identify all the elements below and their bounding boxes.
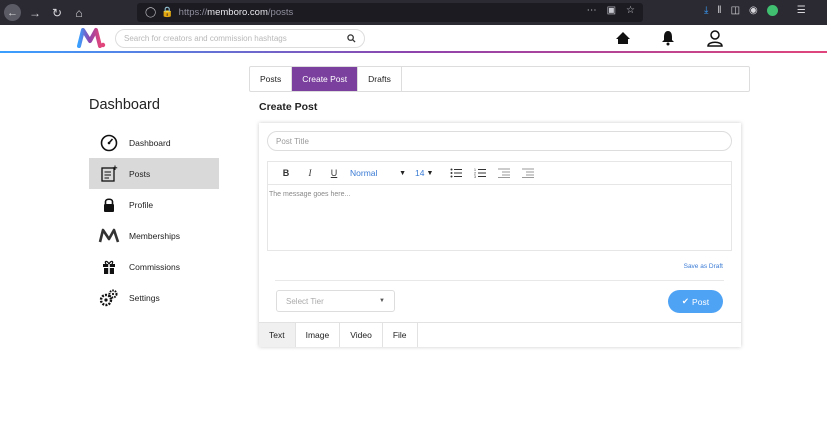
paragraph-style-select[interactable]: Normal ▼ — [346, 164, 412, 182]
pocket-icon[interactable]: ▣ — [607, 5, 616, 16]
bell-icon[interactable] — [659, 29, 677, 47]
ordered-list-icon: 123 — [474, 168, 486, 178]
bold-button[interactable]: B — [274, 164, 298, 182]
sidebar-item-label: Memberships — [129, 230, 181, 241]
sidebar-item-profile[interactable]: Profile — [89, 189, 219, 220]
url-text: https://memboro.com/posts — [178, 7, 294, 18]
tab-file[interactable]: File — [383, 323, 418, 347]
outdent-icon — [498, 168, 510, 178]
memboro-m-icon — [98, 228, 120, 242]
sidebar-item-posts[interactable]: Posts — [89, 158, 219, 189]
save-as-draft-link[interactable]: Save as Draft — [684, 263, 723, 270]
post-button-label: Post — [692, 296, 710, 307]
tab-create-post[interactable]: Create Post — [292, 67, 359, 91]
tab-text[interactable]: Text — [259, 323, 296, 347]
editor-placeholder: The message goes here... — [269, 191, 351, 198]
check-icon: ✔ — [681, 296, 690, 306]
sidebar-item-label: Settings — [129, 292, 160, 303]
library-icon[interactable]: ‖ — [717, 5, 721, 16]
bullet-list-button[interactable] — [444, 164, 468, 182]
message-editor[interactable]: The message goes here... — [267, 185, 732, 251]
sidebar-toggle-icon[interactable]: ◫ — [731, 5, 740, 16]
editor-toolbar: B I U Normal ▼ 14 ▼ 123 — [267, 161, 732, 185]
tier-select[interactable]: Select Tier ▼ — [276, 290, 395, 312]
indent-icon — [522, 168, 534, 178]
gears-icon — [99, 289, 118, 306]
forward-icon[interactable]: → — [27, 5, 43, 21]
sidebar-item-label: Commissions — [129, 261, 181, 272]
underline-button[interactable]: U — [322, 164, 346, 182]
post-tabs: Posts Create Post Drafts — [249, 66, 750, 92]
search-icon[interactable] — [347, 34, 356, 43]
tab-posts[interactable]: Posts — [250, 67, 293, 91]
ordered-list-button[interactable]: 123 — [468, 164, 492, 182]
indent-button[interactable] — [516, 164, 540, 182]
speedometer-icon — [100, 134, 118, 151]
sidebar-item-commissions[interactable]: Commissions — [89, 251, 219, 282]
content-type-tabs: Text Image Video File — [259, 322, 741, 347]
sidebar-item-memberships[interactable]: Memberships — [89, 220, 219, 251]
caret-down-icon: ▼ — [379, 298, 385, 304]
tier-select-value: Select Tier — [286, 296, 324, 306]
search-bar[interactable] — [115, 29, 365, 48]
post-button[interactable]: ✔ Post — [668, 290, 723, 313]
star-icon[interactable]: ☆ — [626, 5, 635, 16]
sidebar-item-label: Profile — [129, 199, 154, 210]
divider — [275, 280, 724, 281]
italic-button[interactable]: I — [298, 164, 322, 182]
sidebar-item-label: Posts — [129, 168, 151, 179]
caret-down-icon: ▼ — [399, 169, 406, 177]
reload-icon[interactable]: ↻ — [49, 5, 65, 21]
menu-icon[interactable]: ☰ — [797, 5, 806, 16]
browser-toolbar: ← → ↻ ⌂ ◯ 🔒 https://memboro.com/posts ⋯ … — [0, 0, 827, 25]
tab-video[interactable]: Video — [340, 323, 383, 347]
home-browser-icon[interactable]: ⌂ — [71, 5, 87, 21]
font-size-select[interactable]: 14 ▼ — [412, 164, 440, 182]
create-post-card: B I U Normal ▼ 14 ▼ 123 — [259, 123, 741, 347]
user-icon[interactable] — [706, 29, 724, 47]
home-icon[interactable] — [614, 29, 632, 47]
more-icon[interactable]: ⋯ — [587, 5, 597, 16]
tab-drafts[interactable]: Drafts — [358, 67, 402, 91]
page-title: Create Post — [259, 101, 318, 113]
app-header — [0, 25, 827, 53]
sidebar-item-dashboard[interactable]: Dashboard — [89, 127, 219, 158]
back-icon[interactable]: ← — [4, 4, 21, 21]
memboro-logo[interactable] — [76, 27, 106, 49]
svg-text:3: 3 — [474, 175, 476, 178]
lock-padlock-icon: 🔒 — [161, 7, 174, 18]
account-icon[interactable]: ◉ — [749, 5, 758, 16]
caret-down-icon: ▼ — [426, 169, 434, 177]
download-icon[interactable]: ⤓ — [704, 5, 708, 16]
post-title-input[interactable] — [267, 131, 732, 151]
lock-icon — [104, 197, 114, 212]
sidebar-item-settings[interactable]: Settings — [89, 282, 219, 313]
tab-image[interactable]: Image — [296, 323, 341, 347]
shield-icon: ◯ — [145, 7, 157, 18]
search-input[interactable] — [124, 34, 347, 43]
sidebar-item-label: Dashboard — [129, 137, 171, 148]
note-add-icon — [101, 165, 118, 182]
gift-icon — [103, 260, 115, 274]
address-bar[interactable]: ◯ 🔒 https://memboro.com/posts ⋯ ▣ ☆ — [137, 3, 643, 22]
paragraph-style-value: Normal — [350, 168, 378, 178]
sidebar-title: Dashboard — [89, 97, 160, 113]
outdent-button[interactable] — [492, 164, 516, 182]
extension-icon[interactable] — [766, 5, 778, 16]
font-size-value: 14 — [415, 168, 425, 178]
bullet-list-icon — [450, 168, 462, 178]
